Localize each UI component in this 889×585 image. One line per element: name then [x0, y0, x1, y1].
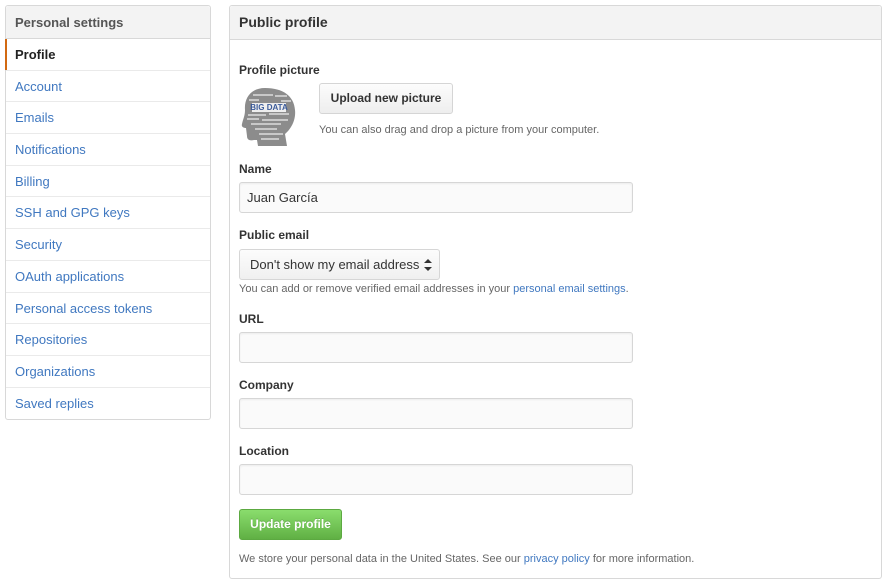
company-input[interactable] [239, 398, 633, 429]
sidebar-item-ssh-gpg-keys[interactable]: SSH and GPG keys [6, 197, 210, 230]
name-label: Name [239, 162, 272, 176]
sidebar-item-saved-replies[interactable]: Saved replies [6, 388, 210, 420]
personal-email-settings-link[interactable]: personal email settings [513, 283, 626, 295]
sidebar-item-repositories[interactable]: Repositories [6, 324, 210, 356]
name-input[interactable] [239, 182, 633, 213]
sidebar-item-personal-access-tokens[interactable]: Personal access tokens [6, 293, 210, 325]
upload-hint: You can also drag and drop a picture fro… [319, 124, 600, 136]
select-arrows-icon [424, 259, 432, 271]
update-profile-button[interactable]: Update profile [239, 509, 342, 540]
profile-picture-label: Profile picture [239, 63, 320, 77]
sidebar-item-profile[interactable]: Profile [5, 39, 210, 71]
url-label: URL [239, 312, 264, 326]
sidebar-item-billing[interactable]: Billing [6, 166, 210, 198]
settings-sidebar: Personal settings Profile Account Emails… [5, 5, 211, 421]
location-label: Location [239, 444, 289, 458]
privacy-policy-link[interactable]: privacy policy [524, 553, 590, 565]
public-email-selected: Don't show my email address [250, 257, 420, 272]
sidebar-item-emails[interactable]: Emails [6, 102, 210, 135]
privacy-note: We store your personal data in the Unite… [239, 553, 695, 565]
sidebar-item-notifications[interactable]: Notifications [6, 134, 210, 166]
location-input[interactable] [239, 464, 633, 495]
public-profile-panel: Public profile Profile picture BIG DATA … [229, 5, 882, 579]
sidebar-title: Personal settings [6, 6, 210, 39]
company-label: Company [239, 378, 294, 392]
avatar-text: BIG DATA [250, 103, 288, 112]
sidebar-item-organizations[interactable]: Organizations [6, 356, 210, 388]
public-email-select[interactable]: Don't show my email address [239, 249, 440, 280]
avatar[interactable]: BIG DATA [241, 86, 297, 146]
public-email-hint: You can add or remove verified email add… [239, 283, 629, 295]
upload-picture-button[interactable]: Upload new picture [319, 83, 453, 114]
sidebar-item-security[interactable]: Security [6, 229, 210, 261]
public-email-label: Public email [239, 228, 310, 242]
page-title: Public profile [230, 6, 881, 40]
url-input[interactable] [239, 332, 633, 363]
sidebar-item-account[interactable]: Account [6, 71, 210, 103]
sidebar-item-oauth-applications[interactable]: OAuth applications [6, 261, 210, 293]
